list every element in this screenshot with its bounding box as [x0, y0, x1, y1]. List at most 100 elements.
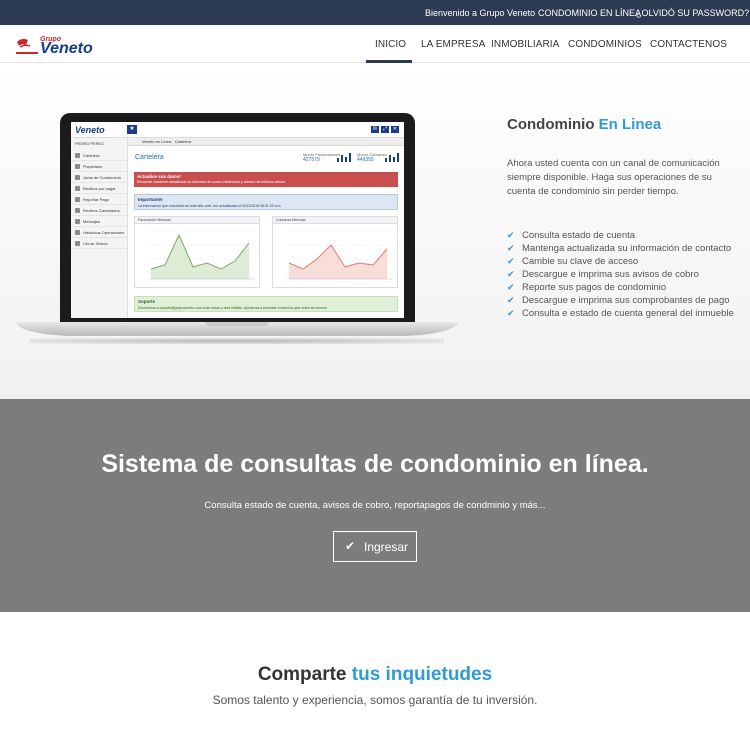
comparte-subtitle: Somos talento y experiencia, somos garan…: [212, 693, 538, 707]
hero-title: Condominio En Linea: [507, 116, 661, 133]
feature-item: ✔ Cambie su clave de acceso: [507, 255, 734, 268]
feature-label: Consulta estado de cuenta: [522, 230, 636, 241]
screen-side-label: Cartelera: [83, 153, 100, 158]
screen-bars-icon: [337, 153, 351, 162]
screen-side-item: Propietario: [71, 161, 128, 172]
screen-side-label: Junta de Condominio: [83, 175, 121, 180]
screen-side-item: Cerrar Sesión: [71, 238, 128, 249]
nav-inmobiliaria[interactable]: INMOBILIARIA: [491, 39, 559, 50]
hero-title-plain: Condominio: [507, 116, 595, 133]
screen-side-icon: [75, 197, 80, 202]
screen-side-icon: [75, 208, 80, 213]
screen-alert-text: La información que encuentra en este sit…: [138, 204, 282, 208]
check-icon: ✔: [345, 539, 356, 553]
cta-subtitle: Consulta estado de cuenta, avisos de cob…: [204, 500, 546, 511]
screen-side-icon: [75, 153, 80, 158]
screen-logo-badge-icon: ★: [127, 125, 137, 134]
screen-user-name: PEDRO PEREZ: [75, 141, 104, 146]
screen-stat-value: 427579: [303, 157, 320, 163]
screen-expand-icon: ⤢: [381, 126, 389, 133]
screen-chart-header: Cobranza Mensual: [273, 217, 397, 224]
feature-label: Reporte sus pagos de condominio: [522, 282, 667, 293]
forgot-password-link[interactable]: ¿OLVIDÓ SU PASSWORD?: [636, 8, 749, 18]
feature-list: ✔ Consulta estado de cuenta ✔ Mantenga act…: [507, 229, 734, 320]
screen-side-label: Cerrar Sesión: [83, 241, 108, 246]
screen-side-label: Propietario: [83, 164, 103, 169]
feature-item: ✔ Consulta estado de cuenta: [507, 229, 734, 242]
screen-side-item: Mensajes: [71, 216, 128, 227]
condominio-en-linea-link[interactable]: CONDOMINIO EN LÍNEA: [538, 8, 641, 18]
main-navbar: Grupo Veneto INICIO LA EMPRESA INMOBILIA…: [0, 25, 750, 63]
grupo-veneto-logo[interactable]: Grupo Veneto: [16, 33, 104, 57]
comparte-title: Comparte tus inquietudes: [0, 664, 750, 686]
nav-contactenos[interactable]: CONTACTENOS: [650, 39, 727, 50]
screen-chart-header: Facturación Mensual: [135, 217, 259, 224]
screen-area-chart-red: [287, 230, 393, 280]
screen-breadcrumb: Veneto en Línea · Cartelera: [142, 139, 192, 144]
screen-alert-title: Actualice sus datos!: [137, 174, 181, 179]
screen-side-item: Junta de Condominio: [71, 172, 128, 183]
screen-stat-cobranza: Monto Cobranza 449355: [357, 152, 387, 163]
screen-sidebar: PEDRO PEREZ Cartelera Propietario Junta …: [71, 138, 128, 318]
feature-label: Cambie su clave de acceso: [522, 256, 639, 267]
laptop-notch: [205, 322, 269, 326]
screen-alert-update-data: Actualice sus datos! Recuerde mantener a…: [134, 172, 398, 187]
feature-label: Consulta e estado de cuenta general del …: [522, 308, 734, 319]
nav-inicio[interactable]: INICIO: [375, 39, 406, 50]
top-bar: Bienvenido a Grupo Veneto CONDOMINIO EN …: [0, 0, 750, 25]
ingresar-button[interactable]: ✔ Ingresar: [333, 531, 417, 562]
welcome-link[interactable]: Bienvenido a Grupo Veneto: [425, 8, 535, 18]
feature-label: Descargue e imprima sus comprobantes de …: [522, 295, 730, 306]
screen-alert-important: Importante! La información que encuentra…: [134, 194, 398, 210]
screen-breadcrumb-bar: Veneto en Línea · Cartelera: [128, 138, 404, 146]
nav-condominios[interactable]: CONDOMINIOS: [568, 39, 642, 50]
screen-side-icon: [75, 241, 80, 246]
screen-chart-cobranza: Cobranza Mensual: [272, 216, 398, 288]
screen-page-title: Cartelera: [135, 154, 164, 161]
screen-chart-facturacion: Facturación Mensual: [134, 216, 260, 288]
screen-side-item: Históricos Operaciones: [71, 227, 128, 238]
screen-support-box: Soporte Escríbanos a soporte@grupoveneto…: [134, 296, 398, 312]
screen-alert-text: Recuerde mantener actualizado su direcci…: [137, 180, 286, 184]
screen-side-item: Recibos por pagar: [71, 183, 128, 194]
screen-stat-facturacion: Monto Facturaciones 427579: [303, 152, 340, 163]
check-icon: ✔: [507, 256, 515, 266]
screen-side-label: Históricos Operaciones: [83, 230, 125, 235]
screen-chart-title: Facturación Mensual: [138, 218, 171, 222]
screen-side-item: Cartelera: [71, 150, 128, 161]
logo-main-text: Veneto: [40, 40, 93, 55]
feature-label: Mantenga actualizada su información de c…: [522, 243, 732, 254]
check-icon: ✔: [507, 230, 515, 240]
ingresar-button-label: Ingresar: [364, 540, 409, 554]
screen-area-chart-green: [149, 230, 255, 280]
screen-side-icon: [75, 164, 80, 169]
screen-side-label: Reportar Pago: [83, 197, 110, 202]
logo-mark: Grupo Veneto: [16, 36, 93, 57]
laptop-screen-preview: Veneto ★ ✉ ⤢ ✕ PEDRO PEREZ Cartelera Pro…: [71, 122, 404, 318]
laptop-shadow: [30, 338, 444, 344]
check-icon: ✔: [507, 308, 515, 318]
screen-side-item: Reportar Pago: [71, 194, 128, 205]
screen-side-label: Recibos por pagar: [83, 186, 116, 191]
hero-title-accent: En Linea: [598, 116, 662, 133]
screen-side-item: Recibos Cancelados: [71, 205, 128, 216]
feature-item: ✔ Mantenga actualizada su información de …: [507, 242, 734, 255]
screen-side-label: Recibos Cancelados: [83, 208, 120, 213]
screen-bars-icon: [385, 153, 399, 162]
feature-label: Descargue e imprima sus avisos de cobro: [522, 269, 699, 280]
screen-header: Veneto ★ ✉ ⤢ ✕: [71, 122, 404, 138]
cta-title: Sistema de consultas de condominio en lí…: [101, 450, 649, 478]
hero-description: Ahora usted cuenta con un canal de comun…: [507, 158, 720, 197]
screen-side-label: Mensajes: [83, 219, 101, 224]
screen-support-text: Escríbanos a soporte@grupoveneto.com a l…: [138, 306, 328, 310]
screen-side-icon: [75, 219, 80, 224]
screen-chart-title: Cobranza Mensual: [276, 218, 306, 222]
screen-alert-title: Importante!: [138, 197, 163, 202]
nav-la-empresa[interactable]: LA EMPRESA: [421, 39, 485, 50]
screen-support-title: Soporte: [138, 299, 156, 304]
screen-stat-value: 449355: [357, 157, 374, 163]
comparte-title-accent: tus inquietudes: [351, 664, 493, 685]
feature-item: ✔ Reporte sus pagos de condominio: [507, 281, 734, 294]
feature-item: ✔ Descargue e imprima sus avisos de cobro: [507, 268, 734, 281]
check-icon: ✔: [507, 269, 515, 279]
